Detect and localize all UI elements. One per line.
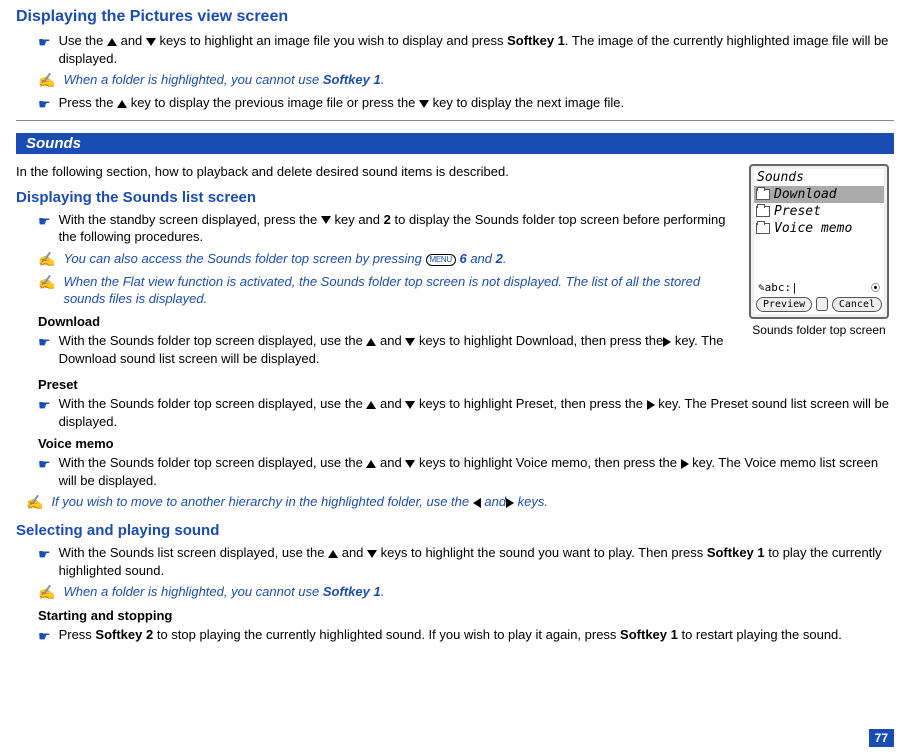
tip-icon: ✍ (38, 273, 55, 292)
right-icon (506, 498, 514, 508)
pointer-icon: ☛ (38, 455, 51, 474)
instruction-line: ☛ With the Sounds folder top screen disp… (38, 454, 894, 489)
tip-icon: ✍ (38, 583, 55, 602)
download-heading: Download (38, 314, 734, 329)
down-icon (405, 401, 415, 409)
tip-text: When the Flat view function is activated… (63, 273, 734, 308)
tip-line: ✍ When the Flat view function is activat… (38, 273, 734, 308)
tip-text: You can also access the Sounds folder to… (63, 250, 506, 268)
instruction-line: ☛ With the standby screen displayed, pre… (38, 211, 734, 246)
tip-icon: ✍ (26, 493, 43, 512)
list-item: Voice memo (754, 220, 884, 237)
menu-button-icon: MENU (426, 254, 456, 266)
divider (16, 120, 894, 121)
up-icon (328, 550, 338, 558)
instruction-text: With the Sounds list screen displayed, u… (59, 544, 894, 579)
input-mode-row: ✎abc:| ⦿ (756, 280, 882, 295)
right-icon (647, 400, 655, 410)
tip-icon: ✍ (38, 250, 55, 269)
up-icon (117, 100, 127, 108)
tip-icon: ✍ (38, 71, 55, 90)
pointer-icon: ☛ (38, 627, 51, 646)
folder-icon (756, 206, 770, 217)
instruction-text: With the Sounds folder top screen displa… (59, 454, 894, 489)
preset-heading: Preset (38, 377, 894, 392)
down-icon (405, 460, 415, 468)
instruction-text: Use the and keys to highlight an image f… (59, 32, 894, 67)
rec-indicator: ⦿ (871, 281, 880, 294)
up-icon (366, 338, 376, 346)
phone-illustration: Sounds Download Preset Voice memo ✎abc:|… (744, 164, 894, 337)
folder-icon (756, 189, 770, 200)
folder-icon (756, 223, 770, 234)
instruction-text: With the Sounds folder top screen displa… (59, 395, 894, 430)
tip-line: ✍ When a folder is highlighted, you cann… (38, 583, 894, 602)
pointer-icon: ☛ (38, 545, 51, 564)
down-icon (419, 100, 429, 108)
screen-caption: Sounds folder top screen (744, 323, 894, 337)
instruction-line: ☛ With the Sounds list screen displayed,… (38, 544, 894, 579)
tip-line: ✍ When a folder is highlighted, you cann… (38, 71, 894, 90)
tip-text: If you wish to move to another hierarchy… (51, 493, 548, 511)
up-icon (107, 38, 117, 46)
down-icon (405, 338, 415, 346)
instruction-text: With the Sounds folder top screen displa… (59, 332, 734, 367)
voice-memo-heading: Voice memo (38, 436, 894, 451)
list-item: Preset (754, 203, 884, 220)
down-icon (321, 216, 331, 224)
tip-text: When a folder is highlighted, you cannot… (63, 583, 384, 601)
screen-list: Download Preset Voice memo (754, 186, 884, 278)
heading-selecting-playing: Selecting and playing sound (16, 522, 894, 539)
instruction-text: Press Softkey 2 to stop playing the curr… (59, 626, 842, 644)
page-number: 77 (869, 729, 894, 747)
instruction-line: ☛ Press Softkey 2 to stop playing the cu… (38, 626, 894, 646)
screen-title: Sounds (754, 169, 884, 186)
instruction-line: ☛ Use the and keys to highlight an image… (38, 32, 894, 67)
instruction-text: Press the key to display the previous im… (59, 94, 625, 112)
instruction-line: ☛ With the Sounds folder top screen disp… (38, 395, 894, 430)
right-icon (681, 459, 689, 469)
up-icon (366, 460, 376, 468)
softkey-left: Preview (756, 297, 812, 312)
pointer-icon: ☛ (38, 95, 51, 114)
tip-line: ✍ If you wish to move to another hierarc… (26, 493, 894, 512)
softkey-right: Cancel (832, 297, 882, 312)
pointer-icon: ☛ (38, 333, 51, 352)
softkey-mid (816, 297, 828, 311)
starting-stopping-heading: Starting and stopping (38, 608, 894, 623)
instruction-line: ☛ Press the key to display the previous … (38, 94, 894, 114)
left-icon (473, 498, 481, 508)
pointer-icon: ☛ (38, 212, 51, 231)
heading-sounds-list: Displaying the Sounds list screen (16, 189, 734, 206)
instruction-line: ☛ With the Sounds folder top screen disp… (38, 332, 734, 367)
down-icon (146, 38, 156, 46)
phone-screen: Sounds Download Preset Voice memo ✎abc:|… (749, 164, 889, 319)
sounds-banner: Sounds (16, 133, 894, 154)
pointer-icon: ☛ (38, 396, 51, 415)
down-icon (367, 550, 377, 558)
up-icon (366, 401, 376, 409)
heading-displaying-pictures: Displaying the Pictures view screen (16, 8, 894, 26)
list-item: Download (754, 186, 884, 203)
instruction-text: With the standby screen displayed, press… (59, 211, 734, 246)
tip-text: When a folder is highlighted, you cannot… (63, 71, 384, 89)
tip-line: ✍ You can also access the Sounds folder … (38, 250, 734, 269)
intro-text: In the following section, how to playbac… (16, 164, 734, 179)
pointer-icon: ☛ (38, 33, 51, 52)
